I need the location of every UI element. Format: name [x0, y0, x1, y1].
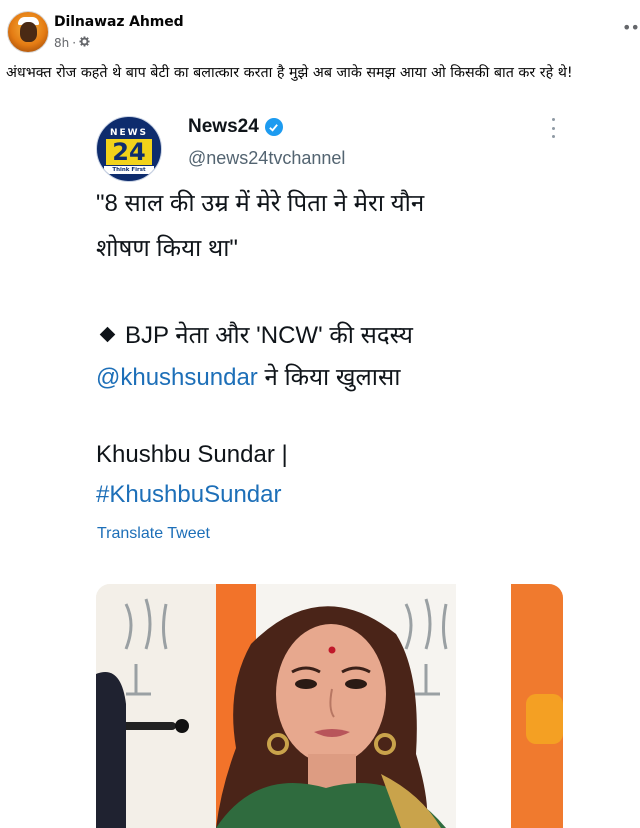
bullet-line: BJP नेता और 'NCW' की सदस्य [96, 318, 413, 351]
post-text: अंधभक्त रोज कहते थे बाप बेटी का बलात्कार… [6, 65, 573, 81]
post-meta: 8h · [54, 36, 90, 50]
tweet-handle[interactable]: @news24tvchannel [188, 148, 345, 169]
diamond-bullet-icon [99, 326, 116, 343]
tweet-display-name[interactable]: News24 [188, 116, 283, 138]
post-header: Dilnawaz Ahmed 8h · • • [0, 0, 640, 60]
bullet-text: BJP नेता और 'NCW' की सदस्य [125, 322, 413, 349]
display-name-text: News24 [188, 116, 259, 137]
logo-tagline: Think First [104, 166, 154, 174]
gear-icon [79, 36, 90, 50]
logo-number: 24 [106, 139, 152, 166]
mention-suffix: ने किया खुलासा [257, 364, 401, 391]
logo-top-text: NEWS [109, 128, 149, 138]
name-line: Khushbu Sundar | [96, 441, 288, 468]
author-name[interactable]: Dilnawaz Ahmed [54, 14, 184, 30]
mention-line: @khushsundar ने किया खुलासा [96, 360, 400, 393]
avatar[interactable] [7, 11, 49, 53]
mention-link[interactable]: @khushsundar [96, 364, 258, 391]
verified-badge-icon [264, 118, 283, 136]
embedded-tweet: NEWS 24 Think First News24 @news24tvchan… [0, 96, 640, 828]
quote-line-2: शोषण किया था" [96, 235, 238, 262]
hashtag-link[interactable]: #KhushbuSundar [96, 481, 281, 509]
more-options-icon[interactable] [547, 118, 559, 138]
ellipsis-icon[interactable]: • • [622, 18, 640, 37]
translate-tweet-link[interactable]: Translate Tweet [97, 525, 210, 543]
quote-line-1: "8 साल की उम्र में मेरे पिता ने मेरा यौन [96, 190, 425, 217]
post-time[interactable]: 8h [54, 36, 69, 50]
news24-logo[interactable]: NEWS 24 Think First [96, 116, 162, 182]
tweet-photo[interactable] [96, 584, 563, 828]
